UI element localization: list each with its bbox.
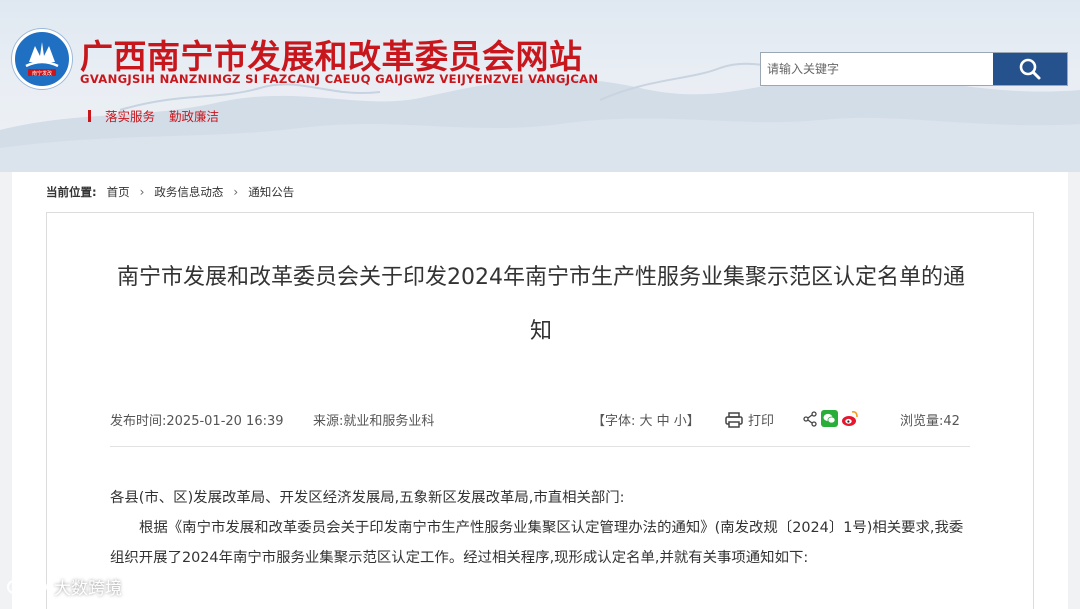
breadcrumb-label: 当前位置: xyxy=(46,185,97,199)
weibo-icon[interactable] xyxy=(841,410,859,427)
wechat-icon[interactable] xyxy=(821,410,838,427)
publish-time: 发布时间:2025-01-20 16:39 xyxy=(110,414,284,429)
watermark: 大数跨境 xyxy=(6,574,122,599)
header-nav: 落实服务 勤政廉洁 xyxy=(88,106,233,125)
article-source: 来源:就业和服务业科 xyxy=(313,414,435,429)
svg-text:南宁发改: 南宁发改 xyxy=(32,70,52,77)
article-title: 南宁市发展和改革委员会关于印发2024年南宁市生产性服务业集聚示范区认定名单的通… xyxy=(117,265,965,344)
chevron-right-icon: › xyxy=(139,185,145,199)
font-size-controls[interactable]: 【字体: 大 中 小】 xyxy=(592,410,700,429)
watermark-logo-icon xyxy=(7,579,47,594)
share-icon[interactable] xyxy=(802,410,818,427)
site-logo[interactable]: 南宁发改 xyxy=(12,29,72,89)
site-subtitle: GVANGJSIH NANZNINGZ SI FAZCANJ CAEUQ GAI… xyxy=(80,72,599,86)
watermark-text: 大数跨境 xyxy=(54,579,122,599)
body-paragraph: 根据《南宁市发展和改革委员会关于印发南宁市生产性服务业集聚区认定管理办法的通知》… xyxy=(110,520,964,566)
breadcrumb-home[interactable]: 首页 xyxy=(107,184,130,200)
share-buttons xyxy=(802,410,859,427)
article-body: 各县(市、区)发展改革局、开发区经济发展局,五象新区发展改革局,市直相关部门: … xyxy=(110,483,972,573)
meta-divider xyxy=(110,446,970,447)
search-box xyxy=(760,52,1068,86)
nav-link-implement-service[interactable]: 落实服务 xyxy=(105,106,155,125)
article-meta: 发布时间:2025-01-20 16:39 来源:就业和服务业科 【字体: 大 … xyxy=(110,410,970,434)
print-label: 打印 xyxy=(748,414,775,429)
breadcrumb-news[interactable]: 政务信息动态 xyxy=(154,184,223,200)
view-count: 浏览量:42 xyxy=(900,414,960,429)
breadcrumb-notices[interactable]: 通知公告 xyxy=(248,184,294,200)
site-title: 广西南宁市发展和改革委员会网站 xyxy=(80,37,583,76)
print-button[interactable]: 打印 xyxy=(725,410,774,429)
search-icon xyxy=(1019,58,1041,80)
search-input[interactable] xyxy=(761,53,993,85)
breadcrumb: 当前位置: 首页 › 政务信息动态 › 通知公告 xyxy=(46,184,294,200)
logo-emblem-icon: 南宁发改 xyxy=(25,42,59,77)
breadcrumb-bar: 当前位置: 首页 › 政务信息动态 › 通知公告 xyxy=(12,172,1068,212)
salutation-paragraph: 各县(市、区)发展改革局、开发区经济发展局,五象新区发展改革局,市直相关部门: xyxy=(110,490,625,506)
nav-link-diligent-government[interactable]: 勤政廉洁 xyxy=(169,106,219,125)
article-panel: 南宁市发展和改革委员会关于印发2024年南宁市生产性服务业集聚示范区认定名单的通… xyxy=(46,212,1034,609)
site-header: 南宁发改 广西南宁市发展和改革委员会网站 GVANGJSIH NANZNINGZ… xyxy=(0,0,1080,172)
chevron-right-icon: › xyxy=(233,185,239,199)
printer-icon xyxy=(725,411,743,428)
nav-marker xyxy=(88,109,91,122)
search-button[interactable] xyxy=(993,53,1067,85)
